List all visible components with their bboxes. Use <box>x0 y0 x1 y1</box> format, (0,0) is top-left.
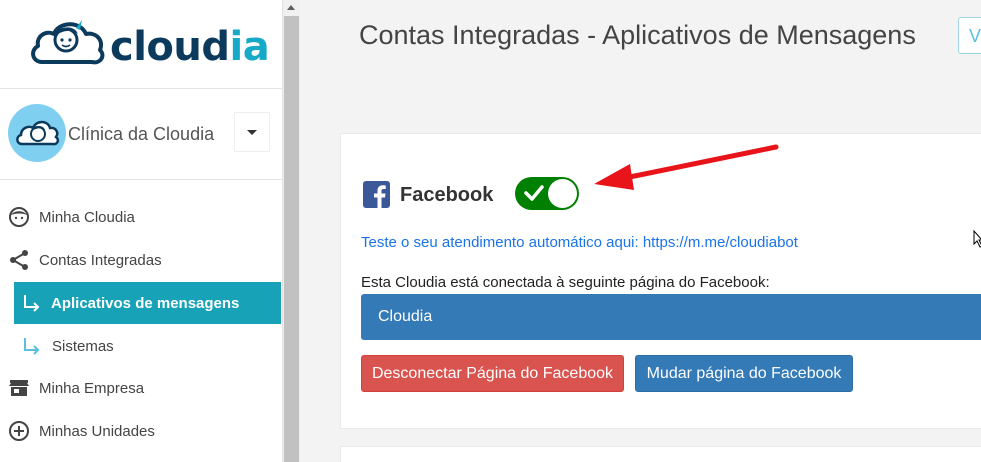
scrollbar-thumb[interactable] <box>284 16 299 462</box>
nav-item-contas-integradas[interactable]: Contas Integradas <box>0 239 283 281</box>
toggle-knob <box>548 179 577 208</box>
sidebar: cloudia Clínica da Cloudia Minha Cloudia… <box>0 0 283 462</box>
nav-item-minha-cloudia[interactable]: Minha Cloudia <box>0 196 283 238</box>
logo-text: cloudia <box>110 24 270 70</box>
check-icon <box>524 185 544 201</box>
nav-item-label: Minha Empresa <box>39 379 145 397</box>
sidebar-scrollbar[interactable] <box>283 0 300 462</box>
nav-item-label: Minha Cloudia <box>39 208 135 226</box>
next-integration-card <box>340 446 981 462</box>
cloud-mascot-icon <box>31 20 105 65</box>
nav-item-aplicativos-de-mensagens[interactable]: Aplicativos de mensagens <box>14 282 281 324</box>
connected-page-label: Esta Cloudia está conectada à seguinte p… <box>361 274 770 291</box>
nav-item-label: Sistemas <box>52 337 114 355</box>
clinic-selector: Clínica da Cloudia <box>8 104 278 164</box>
subitem-arrow-icon <box>20 292 42 314</box>
nav-item-label: Minhas Unidades <box>39 422 155 440</box>
facebook-toggle[interactable] <box>515 177 579 210</box>
header-action-button[interactable]: V <box>958 17 981 54</box>
page-title: Contas Integradas - Aplicativos de Mensa… <box>359 20 916 50</box>
mouse-cursor-icon <box>973 230 981 248</box>
change-facebook-page-button[interactable]: Mudar página do Facebook <box>635 355 853 392</box>
disconnect-facebook-page-button[interactable]: Desconectar Página do Facebook <box>361 355 624 392</box>
facebook-icon <box>363 181 390 208</box>
nav-item-minha-empresa[interactable]: Minha Empresa <box>0 367 283 409</box>
scroll-up-icon[interactable] <box>287 5 295 10</box>
clinic-name: Clínica da Cloudia <box>68 124 215 144</box>
clinic-avatar <box>8 104 66 162</box>
cloudia-logo[interactable]: cloudia <box>30 10 270 72</box>
nav-item-label: Contas Integradas <box>39 251 162 269</box>
store-icon <box>8 377 30 399</box>
facebook-page-select[interactable]: Cloudia <box>361 294 981 340</box>
nav-item-minhas-unidades[interactable]: Minhas Unidades <box>0 410 283 452</box>
test-bot-link[interactable]: Teste o seu atendimento automático aqui:… <box>361 234 798 251</box>
facebook-label: Facebook <box>400 184 494 206</box>
nav-item-sistemas[interactable]: Sistemas <box>0 325 283 367</box>
add-circle-icon <box>8 420 30 442</box>
divider <box>0 88 283 89</box>
annotation-arrow-icon <box>594 144 779 190</box>
clinic-dropdown-button[interactable] <box>234 112 270 152</box>
share-icon <box>8 249 30 271</box>
face-icon <box>8 206 30 228</box>
avatar-mascot-icon <box>16 120 60 146</box>
nav-item-label: Aplicativos de mensagens <box>51 294 240 312</box>
divider <box>0 179 283 180</box>
caret-down-icon <box>247 129 257 135</box>
subitem-arrow-icon <box>20 335 42 357</box>
